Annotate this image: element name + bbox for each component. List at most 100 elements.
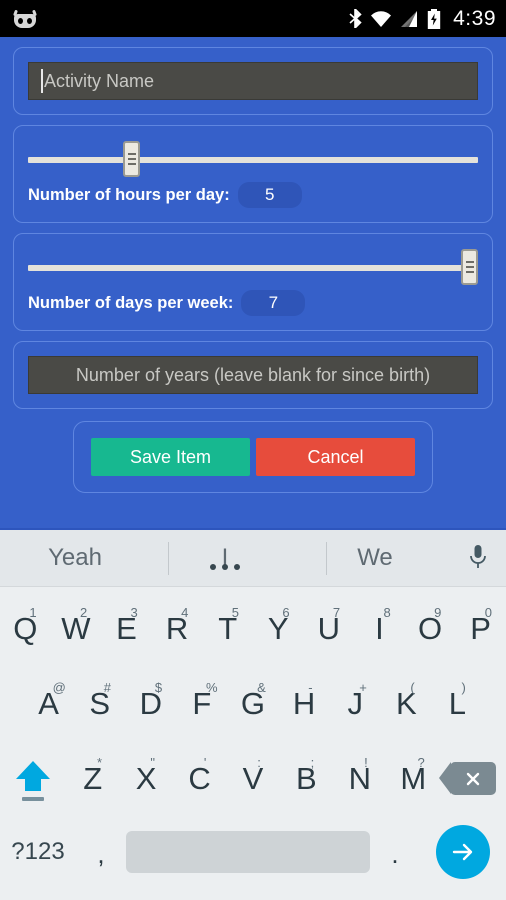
key-alt-label: & [257, 680, 266, 695]
years-card: Number of years (leave blank for since b… [13, 341, 493, 409]
status-bar: 4:39 [0, 0, 506, 37]
key-h[interactable]: H- [279, 666, 330, 741]
key-alt-label: % [205, 680, 218, 695]
backspace-x-icon [466, 772, 480, 785]
key-x[interactable]: X " [119, 741, 172, 816]
period-key[interactable]: . [370, 816, 420, 888]
key-alt-label: 1 [29, 605, 37, 620]
key-n[interactable]: N! [333, 741, 386, 816]
key-alt-label: @ [52, 680, 66, 695]
key-alt-label: 5 [231, 605, 239, 620]
symbols-key[interactable]: ?123 [0, 816, 76, 888]
key-alt-label: - [308, 680, 313, 695]
key-label: C [188, 760, 211, 796]
key-alt-label: 3 [130, 605, 138, 620]
key-o[interactable]: O9 [405, 591, 456, 666]
key-alt-label: : [257, 755, 261, 770]
bluetooth-icon [349, 9, 362, 28]
key-p[interactable]: P0 [455, 591, 506, 666]
days-slider-thumb[interactable] [461, 249, 478, 285]
hours-slider[interactable] [28, 141, 478, 177]
cancel-button[interactable]: Cancel [256, 438, 415, 476]
microphone-glyph-icon [470, 545, 486, 568]
comma-key[interactable]: , [76, 816, 126, 888]
key-alt-label: ; [310, 755, 315, 770]
key-alt-label: ' [203, 755, 207, 770]
days-value: 7 [241, 290, 306, 316]
hours-value: 5 [237, 182, 302, 208]
suggestion-1[interactable]: I [150, 544, 300, 572]
activity-name-placeholder: Activity Name [44, 70, 155, 91]
key-l[interactable]: L) [432, 666, 483, 741]
key-e[interactable]: E3 [101, 591, 152, 666]
key-j[interactable]: J + [330, 666, 381, 741]
shift-icon [16, 760, 50, 801]
key-r[interactable]: R4 [152, 591, 203, 666]
key-c[interactable]: C ' [173, 741, 226, 816]
key-alt-label: ) [461, 680, 466, 695]
key-z[interactable]: Z * [66, 741, 119, 816]
key-y[interactable]: Y6 [253, 591, 304, 666]
space-key[interactable] [126, 816, 370, 888]
key-u[interactable]: U7 [304, 591, 355, 666]
wifi-icon [371, 10, 392, 27]
spacebar [126, 831, 370, 873]
key-alt-label: 4 [181, 605, 189, 620]
key-label: I [375, 610, 384, 646]
key-m[interactable]: M? [387, 741, 440, 816]
keyboard-row-3: Z * X " C ' V: B; N! M? [0, 741, 506, 816]
shift-key[interactable] [0, 741, 66, 816]
key-alt-label: 8 [383, 605, 391, 620]
key-w[interactable]: W2 [51, 591, 102, 666]
key-t[interactable]: T5 [202, 591, 253, 666]
key-k[interactable]: K( [381, 666, 432, 741]
soft-keyboard: Yeah I We Q1W2E3R4T5Y6U7I8O9P0 A @ S # D $ F% G… [0, 528, 506, 900]
cellular-signal-icon [401, 10, 418, 27]
key-alt-label: 0 [484, 605, 492, 620]
hours-per-day-card: Number of hours per day: 5 [13, 125, 493, 223]
key-alt-label: " [150, 755, 156, 770]
days-label: Number of days per week: [28, 293, 234, 312]
days-slider-track [28, 265, 478, 271]
key-g[interactable]: G & [227, 666, 278, 741]
enter-key[interactable] [420, 816, 506, 888]
microphone-icon[interactable] [450, 543, 506, 573]
key-alt-label: + [359, 680, 367, 695]
key-q[interactable]: Q1 [0, 591, 51, 666]
key-b[interactable]: B; [280, 741, 333, 816]
suggestion-2[interactable]: We [300, 544, 450, 572]
days-per-week-card: Number of days per week: 7 [13, 233, 493, 331]
key-i[interactable]: I8 [354, 591, 405, 666]
hours-slider-thumb[interactable] [123, 141, 141, 177]
suggestion-0[interactable]: Yeah [0, 544, 150, 572]
key-alt-label: 6 [282, 605, 290, 620]
suggestion-strip: Yeah I We [0, 530, 506, 587]
keyboard-rows: Q1W2E3R4T5Y6U7I8O9P0 A @ S # D $ F% G & H - J + K(L) … [0, 587, 506, 888]
key-s[interactable]: S # [74, 666, 125, 741]
arrow-right-icon [452, 843, 473, 861]
text-cursor [41, 69, 43, 93]
key-alt-label: ! [364, 755, 368, 770]
key-alt-label: ? [417, 755, 425, 770]
years-placeholder: Number of years (leave blank for since b… [75, 364, 431, 385]
key-f[interactable]: F% [176, 666, 227, 741]
battery-charging-icon [427, 8, 441, 29]
hours-label: Number of hours per day: [28, 185, 230, 204]
keyboard-row-2: A @ S # D $ F% G & H - J + K(L) [0, 666, 506, 741]
activity-name-input[interactable]: Activity Name [28, 62, 478, 100]
backspace-key[interactable] [439, 741, 506, 816]
years-input[interactable]: Number of years (leave blank for since b… [28, 356, 478, 394]
activity-name-card: Activity Name [13, 47, 493, 115]
backspace-icon [439, 762, 496, 795]
cyanogenmod-logo-icon [12, 9, 38, 28]
days-slider[interactable] [28, 249, 478, 285]
key-alt-label: 7 [332, 605, 341, 620]
status-icons: 4:39 [349, 7, 496, 31]
key-d[interactable]: D $ [125, 666, 176, 741]
suggestion-expand-dots[interactable] [210, 564, 240, 570]
key-v[interactable]: V: [226, 741, 279, 816]
key-alt-label: ( [410, 680, 415, 695]
save-item-button[interactable]: Save Item [91, 438, 250, 476]
key-a[interactable]: A @ [23, 666, 74, 741]
key-alt-label: # [103, 680, 111, 695]
